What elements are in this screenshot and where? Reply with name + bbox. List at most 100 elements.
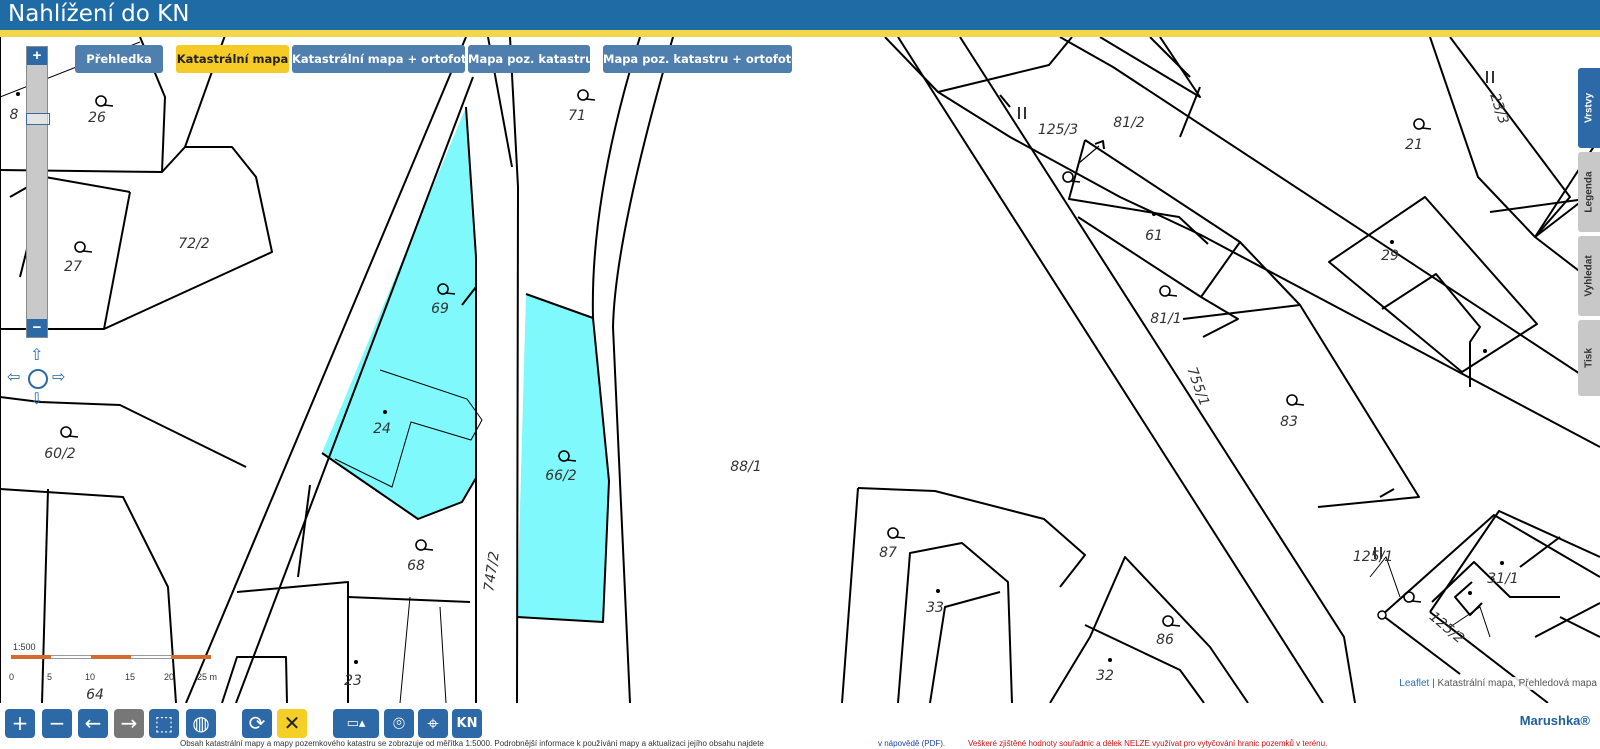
garden-symbol-icon xyxy=(1159,285,1178,297)
brand-logo: Marushka® xyxy=(1519,713,1590,728)
scale-bar-segment xyxy=(131,655,171,659)
parcel-number-label: 27 xyxy=(64,259,82,275)
tab-katastralni-mapa-ortofoto[interactable]: Katastrální mapa + ortofoto xyxy=(292,45,474,73)
locate-icon[interactable]: ⌖ xyxy=(418,709,448,738)
place-marker-icon[interactable]: ⌾ xyxy=(384,709,414,738)
garden-symbol-icon xyxy=(1403,591,1422,603)
parcel-number-label: 72/2 xyxy=(178,236,210,252)
garden-symbol-icon xyxy=(95,95,114,107)
scale-ratio: 1:500 xyxy=(13,642,36,652)
highlighted-parcel-69 xyxy=(322,107,476,519)
parcel-number-label: 83 xyxy=(1280,414,1298,430)
scale-tick: 15 xyxy=(125,672,136,682)
side-tab-vyhledat[interactable]: Vyhledat xyxy=(1578,236,1600,316)
parcel-number-label: 32 xyxy=(1096,668,1114,684)
zoom-out-tool-button[interactable]: − xyxy=(42,709,72,738)
zoom-out-button[interactable]: − xyxy=(27,319,47,337)
parcel-number-label: 26 xyxy=(88,110,106,126)
measure-tool-button[interactable]: ▭▴ xyxy=(333,709,379,738)
garden-symbol-icon xyxy=(1286,394,1305,406)
parcel-number-label: 33 xyxy=(926,600,944,616)
pan-left-icon[interactable]: ⇦ xyxy=(7,370,20,386)
forward-button[interactable]: → xyxy=(114,709,144,738)
parcel-number-label: 21 xyxy=(1405,137,1423,153)
help-pdf-link[interactable]: v nápovědě (PDF). xyxy=(878,739,945,749)
scale-bar-segment xyxy=(91,655,131,659)
zoom-slider-handle[interactable] xyxy=(26,113,50,125)
parcel-number-label: 64 xyxy=(86,687,104,703)
zoom-in-tool-button[interactable]: + xyxy=(5,709,35,738)
world-icon[interactable]: ◍ xyxy=(186,709,216,738)
side-tab-legenda[interactable]: Legenda xyxy=(1578,152,1600,232)
road-symbol-icon xyxy=(1486,71,1494,83)
parcel-number-label: 747/2 xyxy=(481,550,502,592)
parcel-number-label: 61 xyxy=(1145,228,1163,244)
cadastral-map[interactable]: 8 26 27 72/2 69 24 71 66/2 88/1 60/2 68 747/2 23 64 12… xyxy=(0,37,1600,703)
app-title: Nahlížení do KN xyxy=(8,1,190,27)
parcel-number-label: 86 xyxy=(1156,632,1174,648)
tab-mapa-poz-katastru-ortofoto[interactable]: Mapa poz. katastru + ortofoto xyxy=(603,45,799,73)
parcel-number-label: 24 xyxy=(373,421,391,437)
side-tab-tisk-label: Tisk xyxy=(1583,348,1595,368)
zoom-in-button[interactable]: + xyxy=(27,47,47,65)
garden-symbol-icon xyxy=(1413,118,1432,130)
parcel-number-label: 68 xyxy=(407,558,425,574)
map-viewport[interactable]: 8 26 27 72/2 69 24 71 66/2 88/1 60/2 68 747/2 23 64 12… xyxy=(0,37,1600,703)
parcel-number-label: 60/2 xyxy=(44,446,76,462)
refresh-button[interactable]: ⟳ xyxy=(242,709,272,738)
parcel-number-label: 31/1 xyxy=(1487,571,1518,587)
scale-tick: 25 m xyxy=(197,672,218,682)
leaflet-link[interactable]: Leaflet xyxy=(1399,678,1429,689)
parcel-number-label: 8 xyxy=(10,107,19,123)
scale-tick: 5 xyxy=(47,672,53,682)
parcel-number-label: 81/2 xyxy=(1113,115,1145,131)
garden-symbol-icon xyxy=(887,527,906,539)
parcel-number-label: 125/2 xyxy=(1426,609,1467,647)
parcel-number-label: 71 xyxy=(568,108,586,124)
scale-bar-segment xyxy=(51,655,91,659)
map-attribution: Leaflet | Katastrální mapa, Přehledová m… xyxy=(1396,677,1600,690)
parcel-number-label: 23 xyxy=(344,673,362,689)
tab-katastralni-mapa[interactable]: Katastrální mapa xyxy=(176,45,289,73)
attribution-text: | Katastrální mapa, Přehledová mapa xyxy=(1429,678,1597,689)
pan-right-icon[interactable]: ⇨ xyxy=(52,370,65,386)
garden-symbol-icon xyxy=(60,426,79,438)
parcel-number-label: 88/1 xyxy=(730,459,761,475)
scale-tick: 10 xyxy=(85,672,96,682)
pan-control: ⇧ ⇦ ⇨ ⇩ xyxy=(7,348,69,410)
side-tab-vyhledat-label: Vyhledat xyxy=(1583,255,1595,297)
scale-tick: 20 xyxy=(164,672,175,682)
side-tab-legenda-label: Legenda xyxy=(1583,171,1595,213)
footer-notice: Obsah katastrální mapy a mapy pozemkovéh… xyxy=(0,739,1600,749)
zoom-slider[interactable]: + − xyxy=(26,46,50,338)
tab-prehledka[interactable]: Přehledka xyxy=(75,45,163,73)
scale-bar-segment xyxy=(11,655,51,659)
back-button[interactable]: ← xyxy=(78,709,108,738)
parcel-number-label: 125/1 xyxy=(1353,549,1393,565)
pan-down-icon[interactable]: ⇩ xyxy=(30,392,43,408)
parcel-number-label: 66/2 xyxy=(545,468,577,484)
parcel-number-label: 69 xyxy=(431,301,449,317)
side-tab-tisk[interactable]: Tisk xyxy=(1578,320,1600,396)
tab-mapa-poz-katastru[interactable]: Mapa poz. katastru xyxy=(468,45,593,73)
parcel-number-label: 125/3 xyxy=(1038,122,1078,138)
footer-warning-text: Veškeré zjištěné hodnoty souřadnic a dél… xyxy=(968,739,1328,748)
scale-tick: 0 xyxy=(9,672,15,682)
road-symbol-icon xyxy=(1018,107,1026,119)
garden-symbol-icon xyxy=(74,241,93,253)
pan-center-icon[interactable] xyxy=(28,369,48,389)
full-extent-button[interactable]: ⬚ xyxy=(149,709,179,738)
app-header: Nahlížení do KN xyxy=(0,0,1600,37)
clear-selection-button[interactable]: ✕ xyxy=(277,709,307,738)
garden-symbol-icon xyxy=(577,89,596,101)
pan-up-icon[interactable]: ⇧ xyxy=(30,348,43,364)
kn-info-button[interactable]: KN xyxy=(452,709,482,738)
scale-bar: 1:500 0 5 10 15 20 25 m xyxy=(9,642,221,687)
parcel-number-label: 23/3 xyxy=(1486,91,1511,126)
parcel-number-label: 29 xyxy=(1381,248,1399,264)
side-tab-vrstvy[interactable]: Vrstvy xyxy=(1578,68,1600,148)
scale-bar-segment xyxy=(171,655,211,659)
footer-info-text: Obsah katastrální mapy a mapy pozemkovéh… xyxy=(180,739,764,748)
parcel-number-label: 755/1 xyxy=(1183,365,1212,408)
bottom-toolbar: + − ← → ⬚ ◍ ⟳ ✕ ▭▴ ⌾ ⌖ KN Marushka® xyxy=(0,703,1600,739)
